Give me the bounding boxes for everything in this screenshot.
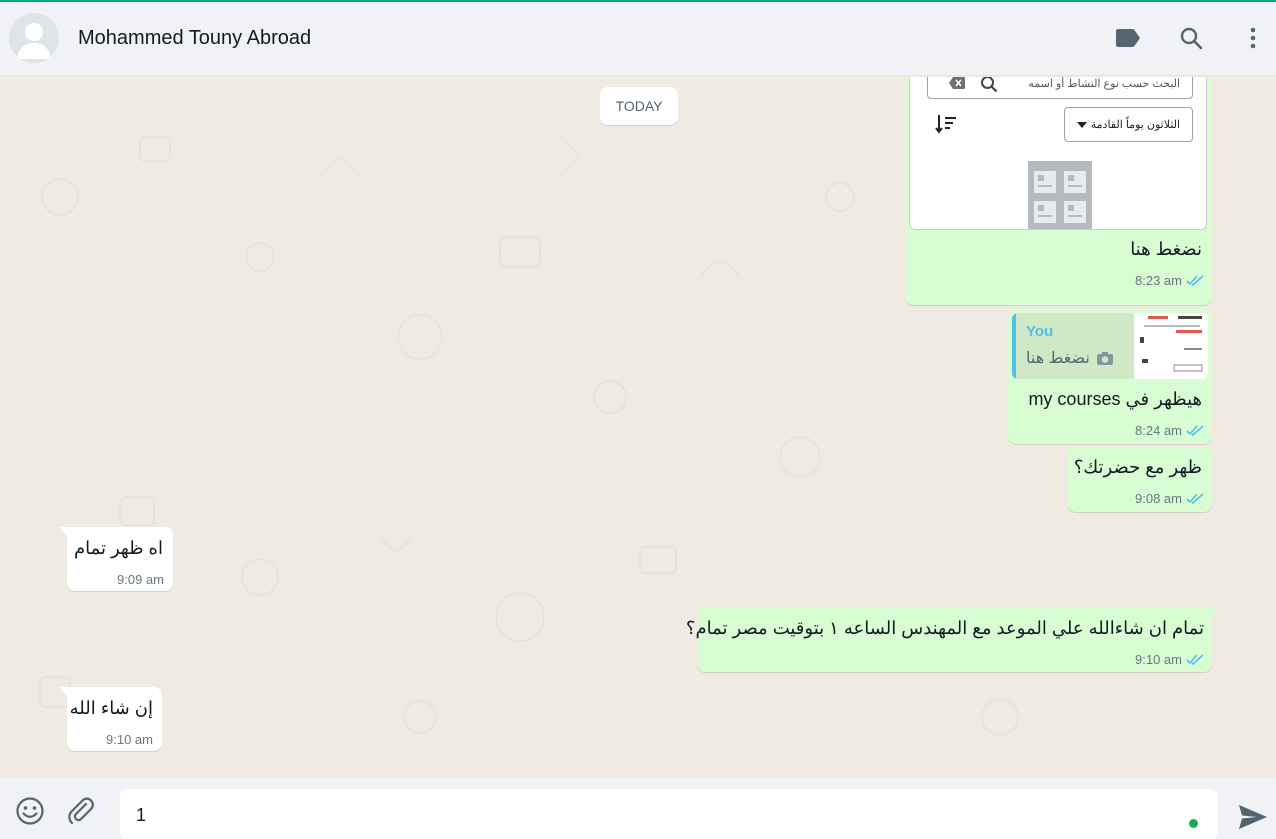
message-text: تمام ان شاءالله علي الموعد مع المهندس ال… [685, 618, 1204, 638]
search-button[interactable] [1175, 22, 1207, 54]
typing-indicator-dot [1189, 819, 1198, 828]
message-input-text: 1 [136, 805, 147, 825]
message-text: إن شاء الله [69, 698, 153, 718]
caret-down-icon [1077, 122, 1087, 128]
read-ticks-icon [1186, 493, 1204, 504]
quote-bar [1012, 313, 1016, 379]
menu-button[interactable] [1237, 22, 1269, 54]
message-time: 8:24 am [1135, 423, 1182, 438]
send-button[interactable] [1235, 799, 1271, 835]
image-select-box: الثلاثون يوماً القادمة [1064, 107, 1193, 142]
send-icon [1239, 805, 1267, 829]
message-bubble-outgoing[interactable]: ظهر مع حضرتك؟ 9:08 am [1068, 447, 1212, 512]
message-meta: 9:10 am [1135, 652, 1204, 667]
message-input[interactable]: 1 [120, 789, 1218, 839]
message-time: 9:10 am [106, 732, 153, 747]
avatar[interactable] [9, 13, 59, 63]
grid-placeholder-icon [1028, 161, 1092, 229]
message-time: 9:10 am [1135, 652, 1182, 667]
quote-author: You [1026, 323, 1054, 340]
label-button[interactable] [1112, 22, 1144, 54]
message-time: 8:23 am [1135, 273, 1182, 288]
quote-text-row: نضغط هنا [1026, 348, 1114, 368]
search-icon [1180, 27, 1203, 50]
contact-name[interactable]: Mohammed Touny Abroad [78, 27, 311, 50]
read-ticks-icon [1186, 654, 1204, 665]
message-bubble-outgoing[interactable]: You نضغط هنا هيظهر في my courses 8:24 am [1008, 309, 1212, 444]
message-text: هيظهر في my courses [1028, 389, 1202, 409]
message-text: اه ظهر تمام [73, 538, 163, 558]
message-text: ظهر مع حضرتك؟ [1073, 457, 1202, 477]
message-image[interactable]: البحث حسب نوع النشاط أو اسمه الثلاثون يو… [909, 77, 1207, 230]
message-bubble-outgoing[interactable]: تمام ان شاءالله علي الموعد مع المهندس ال… [686, 607, 1212, 672]
default-avatar-icon [9, 13, 59, 63]
composer-bar: 1 [0, 777, 1276, 839]
label-icon [1116, 29, 1140, 47]
message-meta: 9:08 am [1135, 491, 1204, 506]
message-time: 9:08 am [1135, 491, 1182, 506]
message-time: 9:09 am [117, 572, 164, 587]
emoji-icon [16, 797, 44, 825]
quote-text: نضغط هنا [1026, 350, 1090, 367]
clear-icon [949, 77, 965, 89]
more-vertical-icon [1250, 27, 1256, 49]
sort-icon [935, 115, 956, 134]
quoted-message[interactable]: You نضغط هنا [1012, 313, 1208, 379]
message-bubble-outgoing[interactable]: البحث حسب نوع النشاط أو اسمه الثلاثون يو… [905, 77, 1212, 305]
message-text: نضغط هنا [1130, 239, 1202, 259]
attach-button[interactable] [63, 793, 99, 829]
date-separator: TODAY [600, 87, 678, 125]
message-meta: 8:23 am [1135, 273, 1204, 288]
emoji-button[interactable] [12, 793, 48, 829]
search-icon [981, 77, 998, 93]
image-select-text: الثلاثون يوماً القادمة [1090, 119, 1180, 131]
camera-icon [1096, 351, 1113, 365]
message-list[interactable]: TODAY البحث حسب نوع النشاط أو اسمه الثلا… [0, 77, 1276, 777]
message-bubble-incoming[interactable]: اه ظهر تمام 9:09 am [67, 527, 173, 591]
image-search-text: البحث حسب نوع النشاط أو اسمه [1028, 78, 1180, 90]
read-ticks-icon [1186, 425, 1204, 436]
message-meta: 8:24 am [1135, 423, 1204, 438]
paperclip-icon [68, 797, 94, 825]
quote-thumbnail [1134, 313, 1208, 379]
image-search-box: البحث حسب نوع النشاط أو اسمه [927, 77, 1193, 99]
read-ticks-icon [1186, 275, 1204, 286]
message-bubble-incoming[interactable]: إن شاء الله 9:10 am [67, 687, 162, 751]
chat-header: Mohammed Touny Abroad [0, 2, 1276, 76]
